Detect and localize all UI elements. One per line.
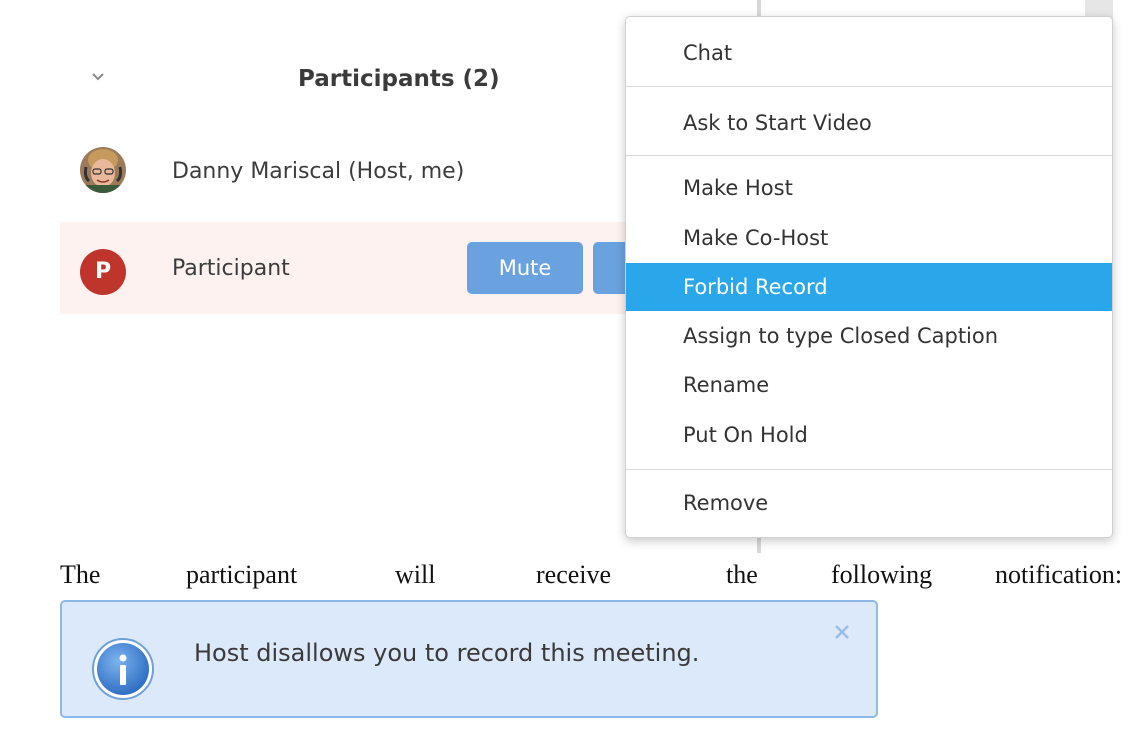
participant-context-menu: Chat Ask to Start Video Make Host Make C…: [625, 16, 1113, 538]
doc-word: participant: [186, 560, 298, 589]
menu-item-assign-closed-caption[interactable]: Assign to type Closed Caption: [626, 312, 1112, 360]
notification-banner: Host disallows you to record this meetin…: [60, 600, 878, 718]
menu-separator: [626, 155, 1112, 156]
menu-item-remove[interactable]: Remove: [626, 479, 1112, 527]
notification-text: Host disallows you to record this meetin…: [194, 639, 700, 667]
info-icon: [92, 638, 154, 700]
doc-word: The: [60, 560, 101, 589]
doc-word: will: [395, 560, 436, 589]
menu-separator: [626, 469, 1112, 470]
document-text: The participant will receive the followi…: [60, 560, 1145, 594]
menu-item-ask-to-start-video[interactable]: Ask to Start Video: [626, 99, 1112, 147]
menu-item-forbid-record[interactable]: Forbid Record: [626, 263, 1112, 311]
menu-item-put-on-hold[interactable]: Put On Hold: [626, 411, 1112, 459]
close-icon[interactable]: [832, 622, 852, 642]
doc-word: receive: [536, 560, 612, 589]
menu-separator: [626, 86, 1112, 87]
avatar: P: [80, 249, 126, 295]
doc-word: following: [831, 560, 933, 589]
doc-word: notification:: [995, 560, 1123, 589]
chevron-down-icon[interactable]: [88, 67, 108, 87]
menu-item-chat[interactable]: Chat: [626, 29, 1112, 77]
participant-name: Danny Mariscal (Host, me): [172, 159, 465, 184]
menu-item-rename[interactable]: Rename: [626, 361, 1112, 409]
mute-button[interactable]: Mute: [467, 242, 583, 294]
menu-item-make-co-host[interactable]: Make Co-Host: [626, 214, 1112, 262]
menu-item-make-host[interactable]: Make Host: [626, 164, 1112, 212]
participant-name: Participant: [172, 256, 290, 281]
doc-word: the: [726, 560, 758, 589]
panel-title: Participants (2): [298, 66, 500, 92]
avatar: [80, 147, 126, 193]
host-photo-icon: [80, 147, 126, 193]
